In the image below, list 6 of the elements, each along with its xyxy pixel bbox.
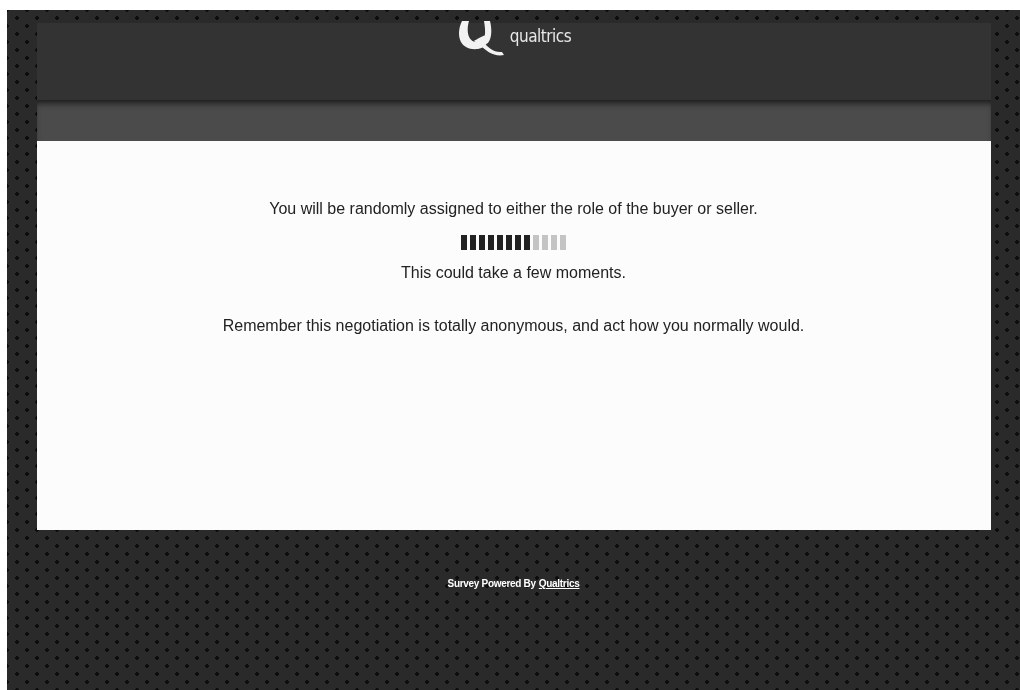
reminder-text: Remember this negotiation is totally anonymous, and act how you normally would. bbox=[222, 317, 805, 335]
waiting-text: This could take a few moments. bbox=[401, 264, 626, 282]
instruction-text: You will be randomly assigned to either the role of the buyer or seller. bbox=[269, 200, 758, 218]
qualtrics-link[interactable]: Qualtrics bbox=[538, 578, 580, 589]
footer-text: Survey Powered By bbox=[447, 578, 536, 589]
logo-text: qualtrics bbox=[509, 26, 572, 46]
